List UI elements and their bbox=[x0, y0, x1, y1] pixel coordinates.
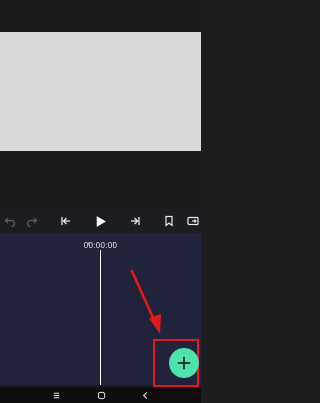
annotation-arrow bbox=[130, 269, 161, 334]
redo-icon[interactable] bbox=[22, 211, 42, 231]
home-icon[interactable] bbox=[93, 389, 109, 401]
playhead[interactable] bbox=[100, 250, 101, 385]
undo-icon[interactable] bbox=[0, 211, 20, 231]
export-icon[interactable] bbox=[183, 211, 203, 231]
plus-icon bbox=[177, 356, 191, 370]
top-bar bbox=[0, 0, 201, 32]
playback-toolbar bbox=[0, 209, 201, 233]
skip-to-start-icon[interactable] bbox=[56, 211, 76, 231]
skip-to-end-icon[interactable] bbox=[125, 211, 145, 231]
recents-icon[interactable] bbox=[48, 389, 64, 401]
preview-bottom-area bbox=[0, 151, 201, 209]
bookmark-icon[interactable] bbox=[159, 211, 179, 231]
video-preview[interactable] bbox=[0, 32, 201, 151]
timecode-label: 00:00:00 bbox=[83, 241, 118, 250]
add-media-button[interactable] bbox=[169, 348, 199, 378]
back-icon[interactable] bbox=[137, 389, 153, 401]
play-icon[interactable] bbox=[90, 211, 110, 231]
system-nav-bar bbox=[0, 387, 201, 403]
